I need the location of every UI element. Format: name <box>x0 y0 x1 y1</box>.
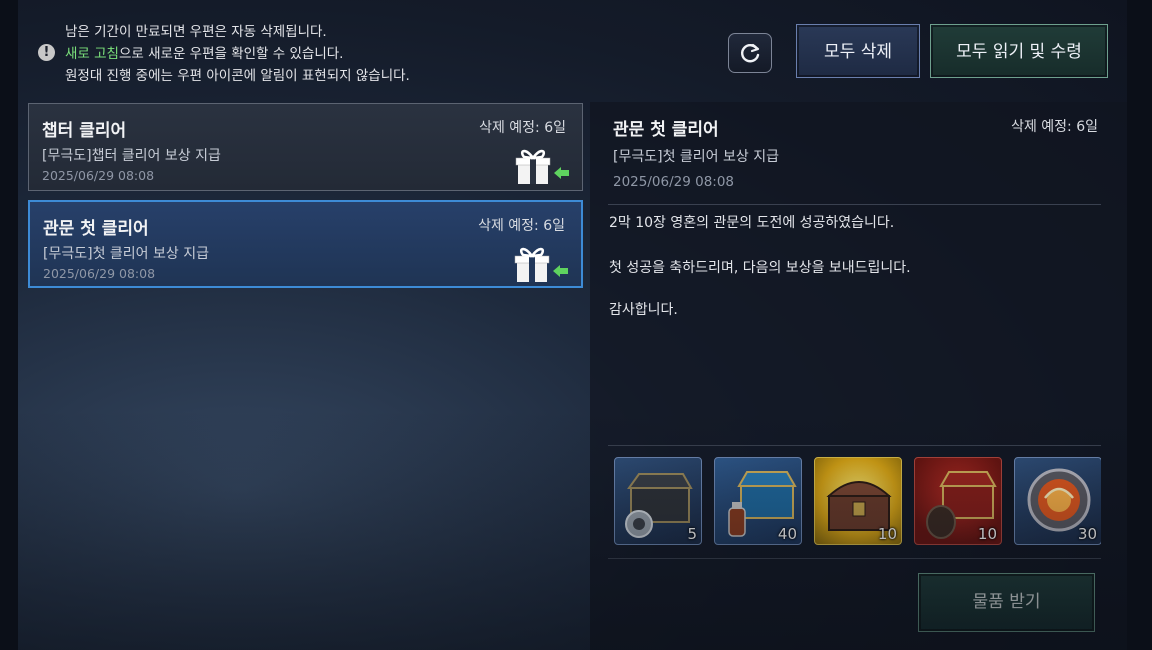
delete-all-button[interactable]: 모두 삭제 <box>796 24 920 78</box>
mail-date: 2025/06/29 08:08 <box>43 266 156 281</box>
divider <box>608 445 1101 446</box>
notice-line-1: 남은 기간이 만료되면 우편은 자동 삭제됩니다. <box>65 24 327 40</box>
mail-item-chapter-clear[interactable]: 챕터 클리어 [무극도]챕터 클리어 보상 지급 2025/06/29 08:0… <box>28 103 583 191</box>
mail-title: 챕터 클리어 <box>42 121 127 141</box>
mail-expire: 삭제 예정: 6일 <box>478 218 565 234</box>
detail-desc: [무극도]첫 클리어 보상 지급 <box>613 149 779 165</box>
reward-item-blue-chest[interactable]: 40 <box>714 457 802 545</box>
reward-qty: 10 <box>877 525 897 543</box>
reward-item-fire-orb[interactable]: 30 <box>1014 457 1101 545</box>
mail-item-gate-first-clear[interactable]: 관문 첫 클리어 [무극도]첫 클리어 보상 지급 2025/06/29 08:… <box>28 200 583 288</box>
notice-line-2-rest: 으로 새로운 우편을 확인할 수 있습니다. <box>118 46 344 62</box>
mail-detail-panel: 관문 첫 클리어 삭제 예정: 6일 [무극도]첫 클리어 보상 지급 2025… <box>590 102 1127 650</box>
reward-item-gold-chest[interactable]: 10 <box>814 457 902 545</box>
reward-qty: 30 <box>1077 525 1097 543</box>
read-all-and-receive-button[interactable]: 모두 읽기 및 수령 <box>930 24 1108 78</box>
refresh-highlight-text: 새로 고침 <box>65 46 119 62</box>
detail-date: 2025/06/29 08:08 <box>613 174 735 190</box>
detail-body-line-1: 2막 10장 영혼의 관문의 도전에 성공하였습니다. <box>609 215 895 231</box>
detail-expire: 삭제 예정: 6일 <box>1011 119 1098 135</box>
gift-icon <box>514 247 568 282</box>
notice-line-3: 원정대 진행 중에는 우편 아이콘에 알림이 표현되지 않습니다. <box>65 68 410 84</box>
receive-items-button[interactable]: 물품 받기 <box>918 573 1095 632</box>
divider <box>608 204 1101 205</box>
reward-item-dark-chest[interactable]: 5 <box>614 457 702 545</box>
notice-line-2: 새로 고침으로 새로운 우편을 확인할 수 있습니다. <box>65 42 343 62</box>
mail-date: 2025/06/29 08:08 <box>42 168 155 183</box>
detail-body-line-3: 감사합니다. <box>609 302 678 318</box>
mail-desc: [무극도]챕터 클리어 보상 지급 <box>42 148 221 164</box>
reward-qty: 5 <box>687 525 697 543</box>
mail-expire: 삭제 예정: 6일 <box>479 120 566 136</box>
reward-qty: 40 <box>777 525 797 543</box>
mail-window: ! 남은 기간이 만료되면 우편은 자동 삭제됩니다. 새로 고침으로 새로운 … <box>18 0 1127 650</box>
detail-body-line-2: 첫 성공을 축하드리며, 다음의 보상을 보내드립니다. <box>609 260 911 276</box>
refresh-icon <box>741 43 760 63</box>
gift-icon <box>515 149 569 184</box>
detail-title: 관문 첫 클리어 <box>613 120 719 140</box>
mail-desc: [무극도]첫 클리어 보상 지급 <box>43 246 209 262</box>
divider <box>608 558 1101 559</box>
refresh-button[interactable] <box>728 33 772 73</box>
exclamation-icon: ! <box>38 44 55 61</box>
reward-item-red-chest[interactable]: 10 <box>914 457 1002 545</box>
reward-list: 5 40 10 10 30 <box>614 455 1101 549</box>
reward-qty: 10 <box>977 525 997 543</box>
mail-title: 관문 첫 클리어 <box>43 219 149 239</box>
